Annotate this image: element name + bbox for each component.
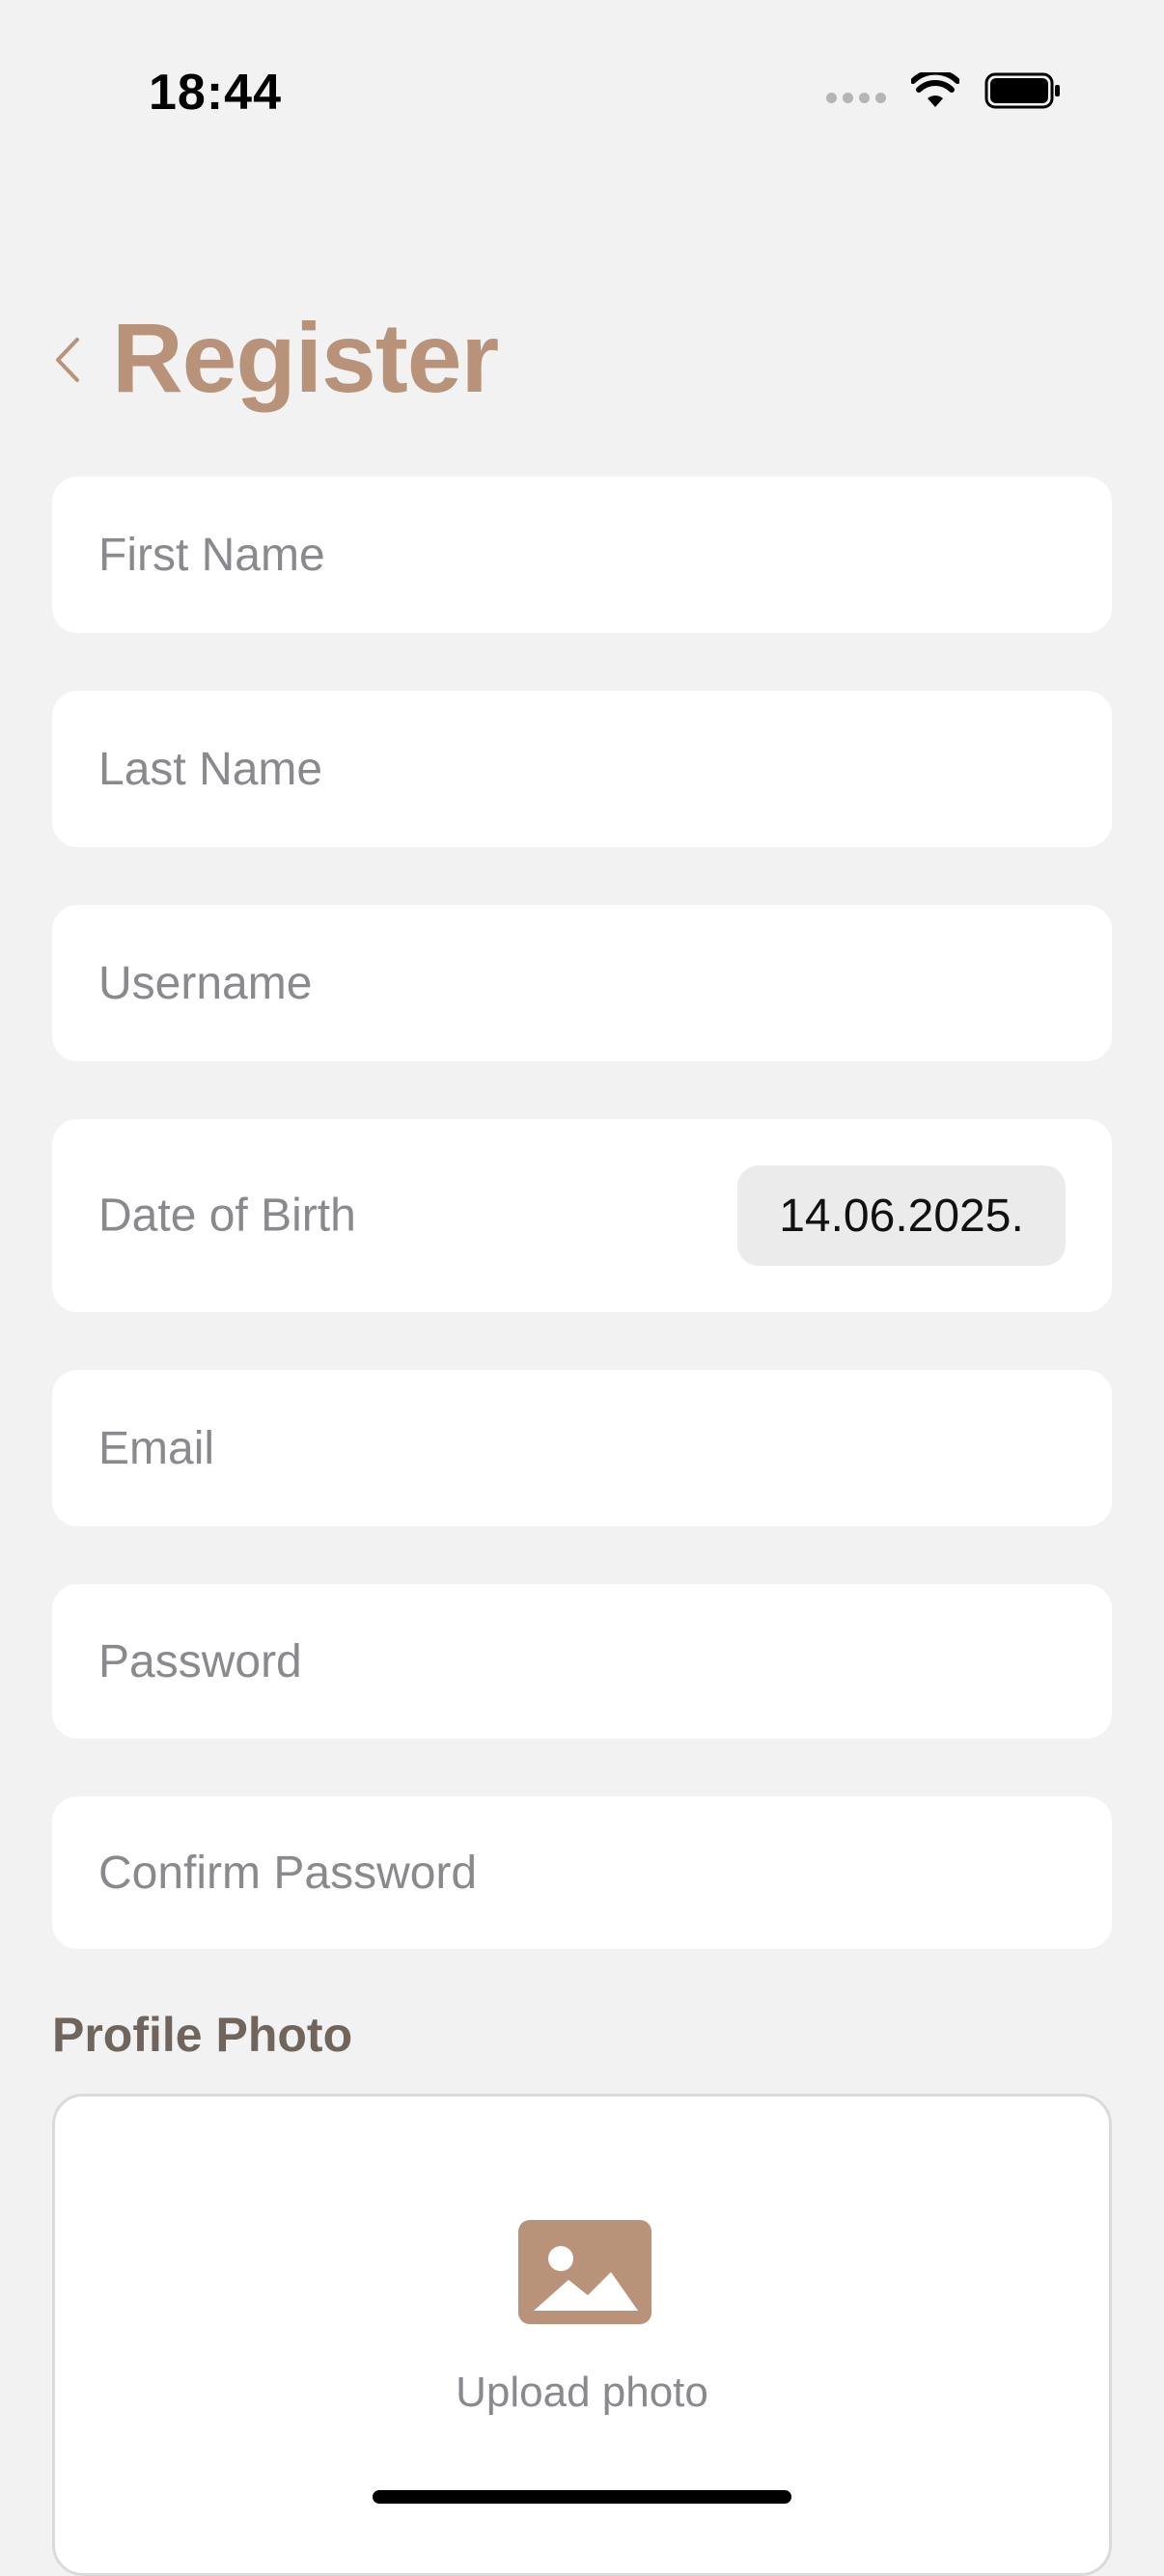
page-title: Register [112,303,499,413]
back-button[interactable] [46,336,95,384]
photo-icon [518,2220,651,2324]
password-field[interactable] [52,1584,1112,1739]
battery-icon [984,72,1060,109]
email-input[interactable] [52,1370,1112,1526]
first-name-field[interactable] [52,477,1112,633]
email-field[interactable] [52,1370,1112,1526]
upload-photo-button[interactable]: Upload photo [52,2094,1112,2576]
date-of-birth-picker[interactable]: 14.06.2025. [737,1165,1066,1266]
upload-photo-label: Upload photo [456,2369,708,2416]
date-of-birth-field: Date of Birth 14.06.2025. [52,1119,1112,1312]
chevron-left-icon [56,338,79,382]
password-input[interactable] [52,1584,1112,1739]
username-input[interactable] [52,905,1112,1061]
profile-photo-label: Profile Photo [52,2008,353,2062]
status-time: 18:44 [149,65,282,121]
wifi-icon [911,72,959,107]
date-of-birth-label: Date of Birth [98,1190,356,1242]
status-bar: 18:44 [0,0,1164,193]
cellular-signal-icon [826,92,886,103]
username-field[interactable] [52,905,1112,1061]
last-name-input[interactable] [52,691,1112,847]
last-name-field[interactable] [52,691,1112,847]
first-name-input[interactable] [52,477,1112,633]
navigation-header: Register [0,289,1164,425]
confirm-password-field[interactable] [52,1796,1112,1949]
home-indicator[interactable] [373,2490,791,2504]
confirm-password-input[interactable] [52,1796,1112,1949]
status-icons [826,71,1062,110]
